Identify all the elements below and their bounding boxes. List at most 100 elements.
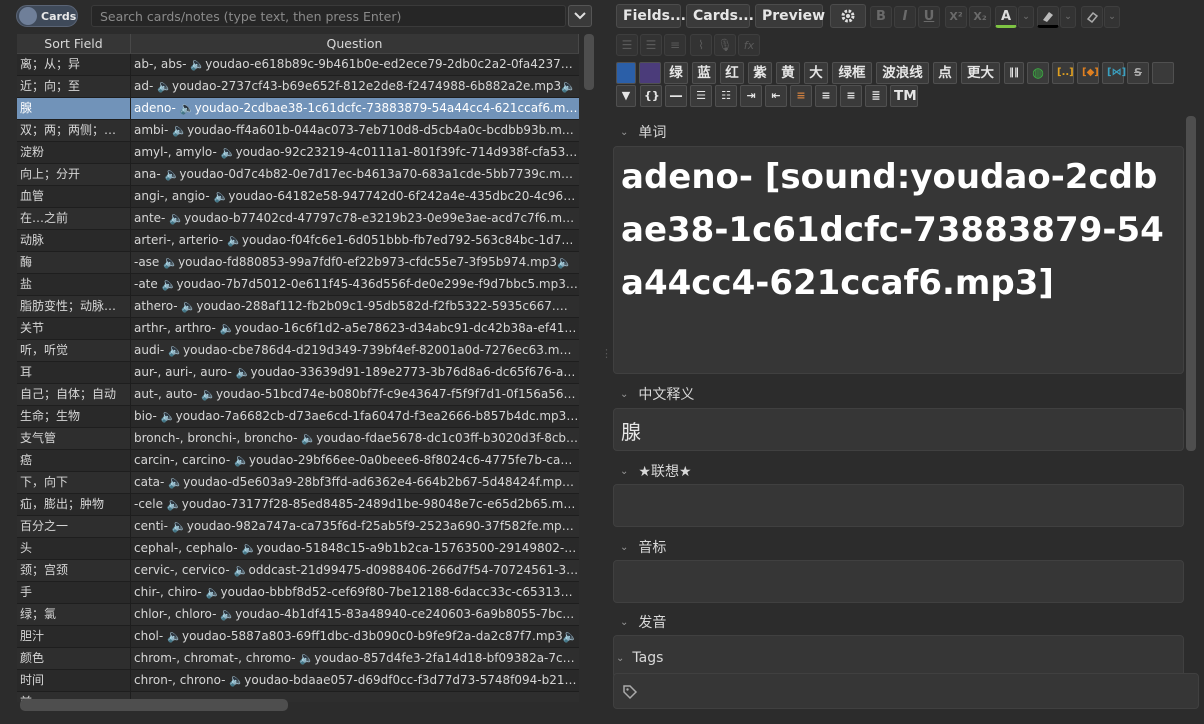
record-button[interactable]: 🎙 [714, 34, 736, 56]
addon-tm-button[interactable]: TM [890, 85, 918, 107]
table-row[interactable]: 关节 arthr-, arthro- 🔈youdao-16c6f1d2-a5e78… [17, 318, 579, 340]
table-row[interactable]: 百分之一 centi- 🔈youdao-982a747a-ca735f6d-f25… [17, 516, 579, 538]
table-row[interactable]: 下，向下 cata- 🔈youdao-d5e603a9-28bf3ffd-ad63… [17, 472, 579, 494]
bold-button[interactable]: B [870, 6, 892, 28]
table-row[interactable]: 生命；生物 bio- 🔈youdao-7a6682cb-d73ae6cd-1fa6… [17, 406, 579, 428]
tag-editor[interactable] [613, 673, 1199, 709]
table-row[interactable]: 癌 carcin-, carcino- 🔈youdao-29bf66ee-0a0b… [17, 450, 579, 472]
numbered-list-button[interactable]: ☰ [640, 34, 662, 56]
eraser-dropdown[interactable]: ⌄ [1104, 6, 1120, 28]
table-horizontal-scrollbar[interactable] [20, 699, 288, 711]
addon-dot-button[interactable]: 点 [933, 62, 957, 84]
table-row[interactable]: 盐 -ate 🔈youdao-7b7d5012-0e611f45-436d556f… [17, 274, 579, 296]
addon-blank-button[interactable] [1152, 62, 1174, 84]
field-label-phonetic[interactable]: ⌄ 音标 [620, 537, 666, 557]
table-row[interactable]: 脂肪变性；动脉… athero- 🔈youdao-288af112-fb2b09c… [17, 296, 579, 318]
cards-button[interactable]: Cards... [686, 4, 754, 28]
table-row[interactable]: 颜色 chrom-, chromat-, chromo- 🔈youdao-857d… [17, 648, 579, 670]
addon-outdent-button[interactable]: ⇤ [765, 85, 787, 107]
table-row[interactable]: 双；两；两侧；… ambi- 🔈youdao-ff4a601b-044ac073-… [17, 120, 579, 142]
addon-strike-button[interactable]: S [1127, 62, 1149, 84]
field-value-pronunciation[interactable] [614, 636, 1183, 650]
table-row[interactable]: 动脉 arteri-, arterio- 🔈youdao-f04fc6e1-6d0… [17, 230, 579, 252]
addon-triangle-button[interactable]: ▼ [616, 85, 636, 107]
table-row[interactable]: 头 cephal-, cephalo- 🔈youdao-51848c15-a9b1… [17, 538, 579, 560]
subscript-button[interactable]: X₂ [969, 6, 991, 28]
column-header-question[interactable]: Question [131, 34, 579, 53]
table-row[interactable]: 自己；自体；自动 aut-, auto- 🔈youdao-51bcd74e-b08… [17, 384, 579, 406]
search-input[interactable] [91, 5, 566, 27]
highlight-dropdown[interactable]: ⌄ [1060, 6, 1076, 28]
field-editor-chinese-meaning[interactable]: 腺 [613, 408, 1184, 451]
addon-cloud-button[interactable] [639, 62, 661, 84]
field-value-association[interactable] [614, 485, 1183, 499]
addon-green-frame-button[interactable]: 绿框 [832, 62, 872, 84]
underline-button[interactable]: U [918, 6, 940, 28]
align-button[interactable]: ≡ [664, 34, 686, 56]
field-editor-pronunciation[interactable] [613, 635, 1184, 678]
addon-image-button[interactable] [616, 62, 636, 84]
table-row[interactable]: 腺 adeno- 🔈youdao-2cdbae38-1c61dcfc-738838… [17, 98, 579, 120]
table-row[interactable]: 手 chir-, chiro- 🔈youdao-bbbf8d52-cef69f80… [17, 582, 579, 604]
table-row[interactable]: 在…之前 ante- 🔈youdao-b77402cd-47797c78-e321… [17, 208, 579, 230]
addon-bigger-button[interactable]: 更大 [961, 62, 1000, 84]
addon-bullets-button[interactable]: ☰ [690, 85, 712, 107]
table-row[interactable]: 颈；宫颈 cervic-, cervico- 🔈oddcast-21d99475-… [17, 560, 579, 582]
attach-button[interactable]: ⌇ [690, 34, 712, 56]
table-row[interactable]: 绿；氯 chlor-, chloro- 🔈youdao-4b1df415-83a4… [17, 604, 579, 626]
addon-wavy-line-button[interactable]: 波浪线 [876, 62, 929, 84]
addon-cloze-button[interactable]: [..] [1052, 62, 1074, 84]
text-color-button[interactable]: A [995, 6, 1017, 28]
field-editor-association[interactable] [613, 484, 1184, 527]
italic-button[interactable]: I [894, 6, 916, 28]
addon-mask-button[interactable]: [⋈] [1102, 62, 1126, 84]
table-row[interactable]: 支气管 bronch-, bronchi-, broncho- 🔈youdao-f… [17, 428, 579, 450]
table-row[interactable]: 近；向；至 ad- 🔈youdao-2737cf43-b69e652f-812e2… [17, 76, 579, 98]
addon-align-left-button[interactable]: ≡ [815, 85, 837, 107]
addon-blue-button[interactable]: 蓝 [692, 62, 716, 84]
field-value-word[interactable]: adeno- [sound:youdao-2cdbae38-1c61dcfc-7… [614, 147, 1183, 310]
search-history-dropdown[interactable] [568, 5, 592, 27]
fields-button[interactable]: Fields... [616, 4, 686, 28]
table-row[interactable]: 向上；分开 ana- 🔈youdao-0d7c4b82-0e7d17ec-b461… [17, 164, 579, 186]
text-color-dropdown[interactable]: ⌄ [1018, 6, 1034, 28]
field-editor-phonetic[interactable] [613, 560, 1184, 603]
addon-indent-button[interactable]: ⇥ [740, 85, 762, 107]
editor-vertical-scrollbar[interactable] [1186, 116, 1196, 451]
addon-columns-button[interactable]: ‖‖ [1004, 62, 1024, 84]
preview-button[interactable]: Preview [755, 4, 825, 28]
table-row[interactable]: 酶 -ase 🔈youdao-fd880853-99a7fdf0-ef22b973… [17, 252, 579, 274]
superscript-button[interactable]: X² [945, 6, 967, 28]
formula-button[interactable]: fx [738, 34, 760, 56]
cards-notes-toggle[interactable]: Cards [16, 5, 78, 27]
table-row[interactable]: 胆汁 chol- 🔈youdao-5887a803-69ff1dbc-d3b090… [17, 626, 579, 648]
addon-cloze-hint-button[interactable]: [◆] [1077, 62, 1099, 84]
table-row[interactable]: 时间 chron-, chrono- 🔈youdao-bdaae057-d69df… [17, 670, 579, 692]
field-label-association[interactable]: ⌄ ★联想★ [620, 461, 692, 481]
addon-red-button[interactable]: 红 [720, 62, 744, 84]
column-header-sort-field[interactable]: Sort Field [17, 34, 131, 53]
addon-braces-button[interactable]: {} [640, 85, 662, 107]
addon-numbers-button[interactable]: ☷ [715, 85, 737, 107]
addon-align-center-button[interactable]: ≡ [790, 85, 812, 107]
tags-header[interactable]: ⌄ Tags [616, 650, 663, 666]
field-label-chinese-meaning[interactable]: ⌄ 中文释义 [620, 384, 694, 404]
table-row[interactable]: 淀粉 amyl-, amylo- 🔈youdao-92c23219-4c0111a… [17, 142, 579, 164]
field-label-pronunciation[interactable]: ⌄ 发音 [620, 612, 666, 632]
addon-big-button[interactable]: 大 [804, 62, 828, 84]
table-row[interactable]: 离；从；异 ab-, abs- 🔈youdao-e618b89c-9b461b0e… [17, 54, 579, 76]
addon-yellow-button[interactable]: 黄 [776, 62, 800, 84]
field-value-chinese-meaning[interactable]: 腺 [614, 409, 1183, 452]
bullet-list-button[interactable]: ☰ [616, 34, 638, 56]
table-row[interactable]: 血管 angi-, angio- 🔈youdao-64182e58-947742d… [17, 186, 579, 208]
addon-green-button[interactable]: 绿 [664, 62, 688, 84]
field-editor-word[interactable]: adeno- [sound:youdao-2cdbae38-1c61dcfc-7… [613, 146, 1184, 374]
field-label-word[interactable]: ⌄ 单词 [620, 122, 666, 142]
addon-purple-button[interactable]: 紫 [748, 62, 772, 84]
addon-hr-button[interactable]: — [665, 85, 687, 107]
addon-justify-button[interactable]: ≣ [865, 85, 887, 107]
eraser-button[interactable] [1081, 6, 1103, 28]
table-row[interactable]: 听，听觉 audi- 🔈youdao-cbe786d4-d219d349-739b… [17, 340, 579, 362]
table-vertical-scrollbar[interactable] [584, 34, 594, 90]
settings-button[interactable] [830, 4, 866, 28]
